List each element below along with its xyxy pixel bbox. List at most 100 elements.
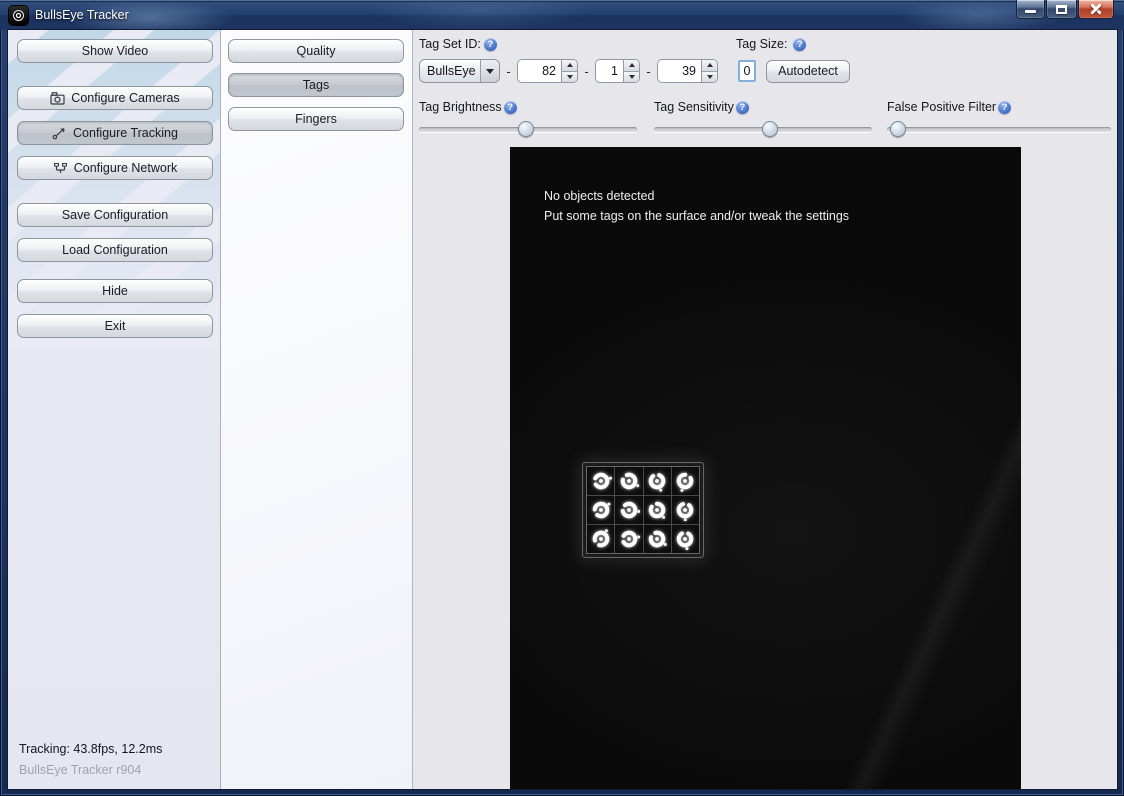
tab-buttons: Quality Tags Fingers bbox=[221, 30, 412, 131]
spinner-down-button[interactable] bbox=[624, 71, 639, 82]
chevron-up-icon bbox=[706, 63, 713, 68]
maximize-icon bbox=[1056, 4, 1067, 14]
minimize-button[interactable] bbox=[1016, 0, 1045, 19]
slider-label-row: False Positive Filter? bbox=[887, 100, 1111, 114]
slider-label-row: Tag Brightness? bbox=[419, 100, 637, 114]
tag-size-input[interactable]: 0 bbox=[738, 60, 756, 82]
titlebar[interactable]: BullsEye Tracker bbox=[0, 0, 1124, 30]
slider-thumb[interactable] bbox=[517, 121, 534, 137]
tag-id-spinner-1[interactable]: 82 bbox=[517, 59, 578, 83]
fiducial-tag bbox=[587, 496, 615, 524]
sidebar: Show Video Configure Cameras Configure Tra… bbox=[8, 30, 221, 789]
chevron-up-icon bbox=[566, 63, 573, 68]
main-panel: Tag Set ID: ? Tag Size: ? BullsEye -82-1… bbox=[413, 30, 1117, 789]
button-label: Configure Cameras bbox=[71, 91, 180, 105]
button-label: Load Configuration bbox=[62, 243, 168, 257]
dropdown-arrow-button[interactable] bbox=[480, 60, 499, 82]
chevron-down-icon bbox=[486, 68, 494, 74]
tag-set-dropdown[interactable]: BullsEye bbox=[419, 59, 500, 83]
tag-set-id-label-row: Tag Set ID: ? bbox=[419, 37, 497, 51]
tag-id-spinner-3[interactable]: 39 bbox=[657, 59, 718, 83]
sidebar-button-exit[interactable]: Exit bbox=[17, 314, 213, 338]
help-icon[interactable]: ? bbox=[503, 100, 517, 114]
close-button[interactable] bbox=[1078, 0, 1114, 19]
fiducial-tag bbox=[643, 525, 671, 553]
spinner-value[interactable]: 1 bbox=[595, 59, 623, 83]
help-icon[interactable]: ? bbox=[735, 100, 749, 114]
spinner-down-button[interactable] bbox=[702, 71, 717, 82]
sidebar-button-configure-cameras[interactable]: Configure Cameras bbox=[17, 86, 213, 110]
dash-separator: - bbox=[584, 63, 589, 79]
no-objects-message: No objects detected bbox=[544, 189, 655, 203]
slider-track[interactable] bbox=[654, 121, 872, 137]
settings-tabs-column: Quality Tags Fingers bbox=[221, 30, 413, 789]
button-label: Save Configuration bbox=[61, 208, 169, 222]
fiducial-tag bbox=[671, 525, 699, 553]
help-icon[interactable]: ? bbox=[793, 37, 807, 51]
camera-icon bbox=[50, 91, 65, 105]
close-icon bbox=[1090, 3, 1102, 15]
fiducial-tag bbox=[671, 467, 699, 495]
video-overlay-message: No objects detected Put some tags on the… bbox=[544, 186, 849, 226]
tag-id-spinner-2[interactable]: 1 bbox=[595, 59, 640, 83]
slider-tag-brightness: Tag Brightness? bbox=[419, 100, 637, 145]
fiducial-tag bbox=[615, 496, 643, 524]
tab-fingers[interactable]: Fingers bbox=[228, 107, 404, 131]
maximize-button[interactable] bbox=[1046, 0, 1077, 19]
fiducial-tag bbox=[643, 496, 671, 524]
sidebar-button-load-configuration[interactable]: Load Configuration bbox=[17, 238, 213, 262]
autodetect-button[interactable]: Autodetect bbox=[766, 59, 850, 83]
network-icon bbox=[53, 162, 68, 175]
tag-sheet-grid bbox=[586, 466, 700, 554]
spinner-value[interactable]: 82 bbox=[517, 59, 561, 83]
slider-thumb[interactable] bbox=[761, 121, 778, 137]
button-label: Configure Tracking bbox=[73, 126, 178, 140]
tag-set-dropdown-value: BullsEye bbox=[427, 64, 476, 78]
help-icon[interactable]: ? bbox=[483, 37, 497, 51]
sidebar-button-show-video[interactable]: Show Video bbox=[17, 39, 213, 63]
spinner-up-button[interactable] bbox=[624, 60, 639, 72]
button-label: Show Video bbox=[81, 44, 149, 58]
hint-message: Put some tags on the surface and/or twea… bbox=[544, 209, 850, 223]
tag-sheet bbox=[582, 462, 704, 558]
window-controls bbox=[1016, 0, 1114, 19]
sidebar-button-configure-tracking[interactable]: Configure Tracking bbox=[17, 121, 213, 145]
tab-quality[interactable]: Quality bbox=[228, 39, 404, 63]
window-body: Show Video Configure Cameras Configure Tra… bbox=[8, 30, 1117, 789]
tag-size-label-row: Tag Size: ? bbox=[736, 37, 807, 51]
chevron-down-icon bbox=[706, 74, 713, 79]
spinner-buttons bbox=[701, 59, 718, 83]
tracking-status: Tracking: 43.8fps, 12.2ms bbox=[19, 742, 163, 756]
slider-label: Tag Brightness bbox=[419, 100, 502, 114]
status-area: Tracking: 43.8fps, 12.2ms BullsEye Track… bbox=[19, 739, 162, 781]
app-bullseye-icon bbox=[9, 5, 28, 25]
sidebar-button-configure-network[interactable]: Configure Network bbox=[17, 156, 213, 180]
tracking-icon bbox=[52, 127, 67, 140]
slider-thumb[interactable] bbox=[890, 121, 907, 137]
window-title: BullsEye Tracker bbox=[35, 8, 129, 22]
spinner-buttons bbox=[561, 59, 578, 83]
sidebar-button-hide[interactable]: Hide bbox=[17, 279, 213, 303]
video-feed: No objects detected Put some tags on the… bbox=[510, 147, 1021, 789]
fiducial-tag bbox=[587, 525, 615, 553]
spinner-up-button[interactable] bbox=[562, 60, 577, 72]
spinner-up-button[interactable] bbox=[702, 60, 717, 72]
slider-track[interactable] bbox=[419, 121, 637, 137]
slider-track[interactable] bbox=[887, 121, 1111, 137]
slider-label-row: Tag Sensitivity? bbox=[654, 100, 872, 114]
spinner-down-button[interactable] bbox=[562, 71, 577, 82]
fiducial-tag bbox=[587, 467, 615, 495]
button-label: Fingers bbox=[295, 112, 337, 126]
button-label: Quality bbox=[296, 44, 336, 58]
tab-tags[interactable]: Tags bbox=[228, 73, 404, 97]
button-label: Exit bbox=[104, 319, 126, 333]
fiducial-tag bbox=[615, 525, 643, 553]
help-icon[interactable]: ? bbox=[998, 100, 1012, 114]
version-label: BullsEye Tracker r904 bbox=[19, 763, 142, 777]
minimize-icon bbox=[1025, 9, 1036, 13]
spinner-value[interactable]: 39 bbox=[657, 59, 701, 83]
sidebar-button-save-configuration[interactable]: Save Configuration bbox=[17, 203, 213, 227]
slider-false-positive-filter: False Positive Filter? bbox=[887, 100, 1111, 145]
chevron-up-icon bbox=[628, 63, 635, 68]
button-label: Hide bbox=[102, 284, 128, 298]
